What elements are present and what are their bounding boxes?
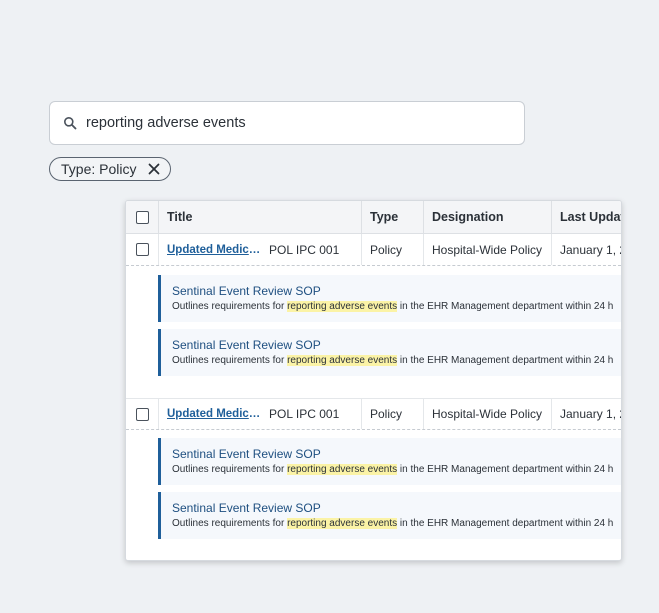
row-checkbox[interactable] <box>135 407 149 421</box>
snippet-highlight: reporting adverse events <box>287 518 398 529</box>
document-title-link[interactable]: Updated Medica... <box>167 244 261 256</box>
row-type: Policy <box>361 234 423 265</box>
search-box[interactable]: reporting adverse events <box>49 101 525 145</box>
snippet-text: Outlines requirements for reporting adve… <box>172 355 621 366</box>
row-title-cell: Updated Medica... POL IPC 001 <box>158 234 361 265</box>
table-row: Updated Medica... POL IPC 001 Policy Hos… <box>126 398 621 430</box>
filter-chip-type-policy: Type: Policy <box>49 157 172 181</box>
column-header-title[interactable]: Title <box>158 201 361 233</box>
table-header: Title Type Designation Last Updat <box>126 201 621 234</box>
row-checkbox-cell <box>126 234 158 265</box>
row-last-updated: January 1, 20 <box>551 234 621 265</box>
row-designation: Hospital-Wide Policy <box>423 234 551 265</box>
row-checkbox[interactable] <box>135 243 149 256</box>
close-icon[interactable] <box>148 163 160 175</box>
snippet-highlight: reporting adverse events <box>287 355 398 366</box>
row-title-cell: Updated Medica... POL IPC 001 <box>158 399 361 429</box>
search-icon <box>63 116 77 130</box>
column-header-type[interactable]: Type <box>361 201 423 233</box>
header-checkbox-cell <box>126 201 158 233</box>
select-all-checkbox[interactable] <box>135 210 149 224</box>
snippet-text: Outlines requirements for reporting adve… <box>172 518 621 529</box>
document-id: POL IPC 001 <box>269 407 340 421</box>
snippet-text: Outlines requirements for reporting adve… <box>172 464 621 475</box>
row-last-updated: January 1, 20 <box>551 399 621 429</box>
column-header-designation[interactable]: Designation <box>423 201 551 233</box>
search-snippet[interactable]: Sentinal Event Review SOP Outlines requi… <box>158 438 621 485</box>
search-snippet[interactable]: Sentinal Event Review SOP Outlines requi… <box>158 275 621 322</box>
snippet-title: Sentinal Event Review SOP <box>172 338 321 352</box>
snippet-text-after: in the EHR Management department within … <box>397 518 614 529</box>
table-row: Updated Medica... POL IPC 001 Policy Hos… <box>126 234 621 266</box>
snippet-highlight: reporting adverse events <box>287 301 398 312</box>
snippet-title: Sentinal Event Review SOP <box>172 284 321 298</box>
document-id: POL IPC 001 <box>269 242 340 257</box>
search-snippet[interactable]: Sentinal Event Review SOP Outlines requi… <box>158 492 621 539</box>
snippet-text-before: Outlines requirements for <box>172 301 288 312</box>
snippet-text-after: in the EHR Management department within … <box>397 355 614 366</box>
snippet-text-before: Outlines requirements for <box>172 355 288 366</box>
row-checkbox-cell <box>126 399 158 429</box>
filter-chip-label: Type: Policy <box>61 161 137 177</box>
row-designation: Hospital-Wide Policy <box>423 399 551 429</box>
snippet-text-before: Outlines requirements for <box>172 518 288 529</box>
snippet-text: Outlines requirements for reporting adve… <box>172 301 621 312</box>
snippet-text-after: in the EHR Management department within … <box>397 301 614 312</box>
results-table: Title Type Designation Last Updat Update… <box>125 200 622 561</box>
column-header-last-updated[interactable]: Last Updat <box>551 201 621 233</box>
snippet-title: Sentinal Event Review SOP <box>172 501 321 515</box>
snippet-text-before: Outlines requirements for <box>172 464 288 475</box>
search-snippet[interactable]: Sentinal Event Review SOP Outlines requi… <box>158 329 621 376</box>
snippet-highlight: reporting adverse events <box>287 464 398 475</box>
search-input[interactable]: reporting adverse events <box>86 115 246 131</box>
snippet-title: Sentinal Event Review SOP <box>172 447 321 461</box>
snippet-text-after: in the EHR Management department within … <box>397 464 614 475</box>
document-title-link[interactable]: Updated Medica... <box>167 408 261 420</box>
row-type: Policy <box>361 399 423 429</box>
